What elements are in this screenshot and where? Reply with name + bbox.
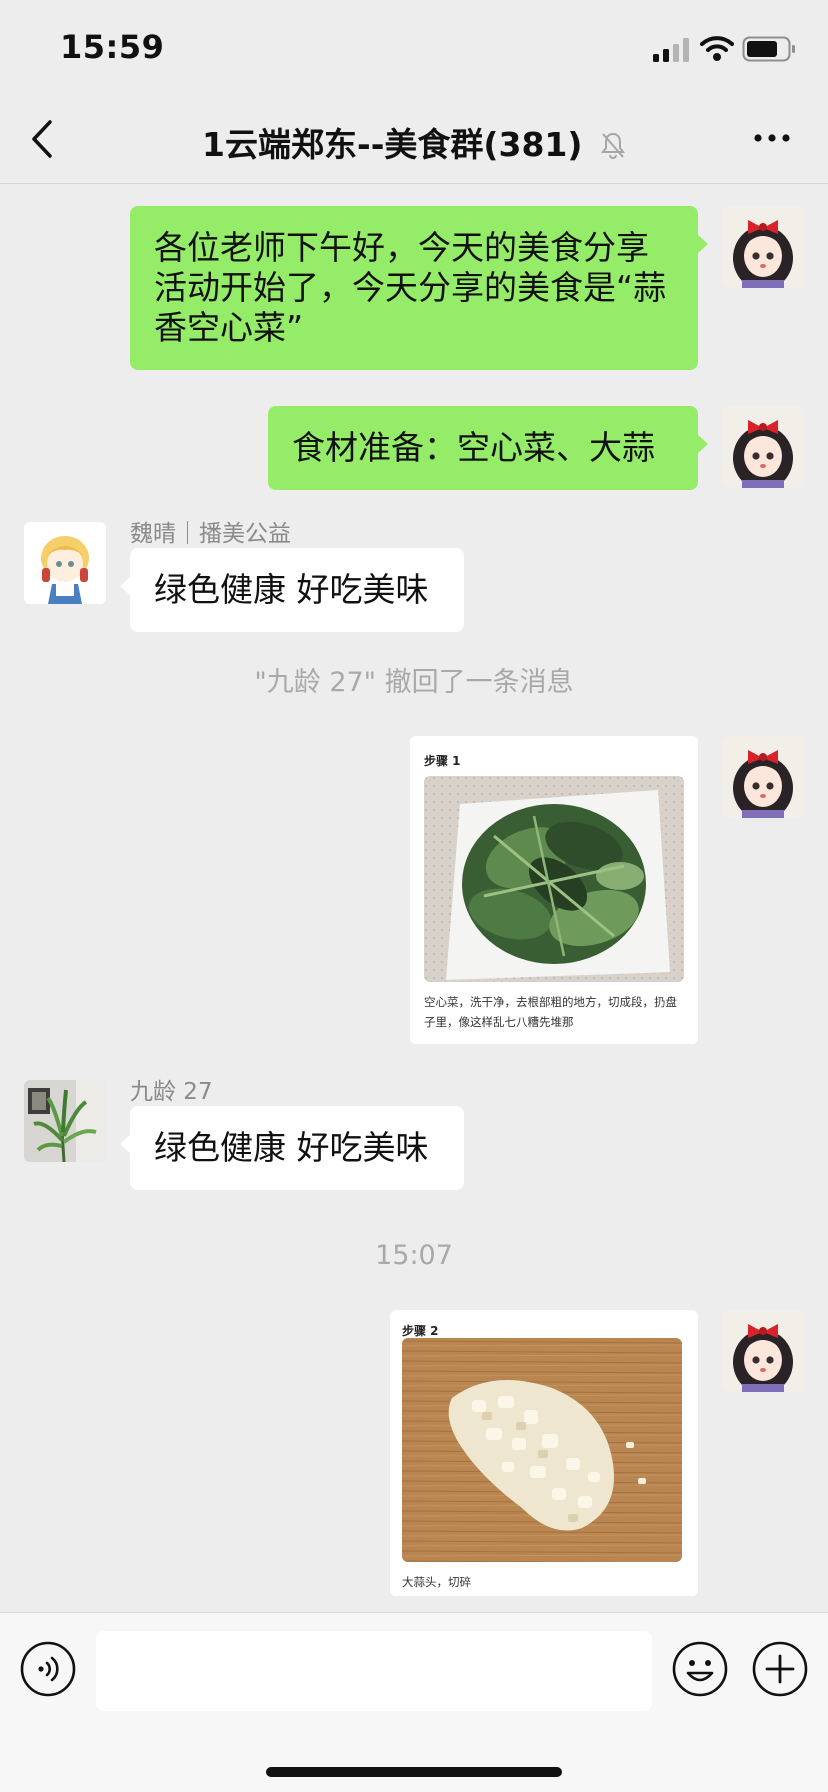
chat-title: 1云端郑东--美食群(381) [0, 118, 828, 166]
card-caption: 大蒜头，切碎 [402, 1575, 471, 1589]
member-avatar-weiqing[interactable] [24, 522, 106, 604]
spinach-photo [424, 776, 684, 982]
more-icon[interactable] [752, 132, 792, 144]
signal-icon [653, 38, 689, 62]
member-avatar-jiuling[interactable] [24, 1080, 106, 1162]
voice-icon[interactable] [20, 1641, 76, 1697]
plus-icon[interactable] [752, 1641, 808, 1697]
time-divider: 15:07 [375, 1240, 453, 1271]
message-bubble-other[interactable]: 绿色健康 好吃美味 [120, 548, 464, 632]
status-time: 15:59 [60, 28, 165, 66]
chat-title-text: 1云端郑东--美食群(381) [202, 125, 583, 164]
home-indicator[interactable] [266, 1767, 562, 1777]
sender-name: 魏晴｜播美公益 [130, 521, 291, 547]
card-caption: 空心菜，洗干净，去根部粗的地方，切成段，扔盘子里，像这样乱七八糟先堆那 [424, 995, 677, 1029]
sender-name: 九龄 27 [130, 1079, 213, 1105]
message-text: 绿色健康 好吃美味 [154, 1128, 429, 1167]
recall-notice: "九龄 27" 撤回了一条消息 [254, 667, 574, 698]
message-bubble-self[interactable]: 各位老师下午好，今天的美食分享活动开始了，今天分享的美食是“蒜香空心菜” [130, 206, 708, 370]
nav-bar: 1云端郑东--美食群(381) [0, 96, 828, 184]
card-step-label: 步骤 1 [424, 754, 461, 768]
garlic-photo [402, 1338, 682, 1562]
emoji-icon[interactable] [672, 1641, 728, 1697]
battery-icon [742, 36, 795, 62]
message-bubble-self[interactable]: 食材准备：空心菜、大蒜 [268, 406, 708, 490]
message-text: 绿色健康 好吃美味 [154, 570, 429, 609]
self-avatar[interactable] [722, 206, 804, 288]
input-bar [0, 1612, 828, 1792]
chat-screen: 15:59 1云端郑东--美食群(381) 各位老师下午好，今天的美食分享活动开… [0, 0, 828, 1792]
self-avatar[interactable] [722, 736, 804, 818]
self-avatar[interactable] [722, 1310, 804, 1392]
message-input[interactable] [96, 1631, 652, 1711]
self-avatar[interactable] [722, 406, 804, 488]
mute-icon [600, 132, 625, 159]
message-bubble-other[interactable]: 绿色健康 好吃美味 [120, 1106, 464, 1190]
card-step-label: 步骤 2 [402, 1324, 439, 1338]
recipe-card-step-2[interactable]: 步骤 2 大蒜头，切碎 [390, 1310, 698, 1596]
status-bar: 15:59 [0, 0, 828, 96]
message-text: 各位老师下午好，今天的美食分享活动开始了，今天分享的美食是“蒜香空心菜” [154, 228, 667, 347]
wifi-icon [700, 36, 734, 61]
recipe-card-step-1[interactable]: 步骤 1 空心菜，洗干净，去根部粗的地方，切成段，扔盘子里，像这样乱七八糟先堆那 [410, 736, 698, 1044]
message-text: 食材准备：空心菜、大蒜 [292, 428, 655, 467]
